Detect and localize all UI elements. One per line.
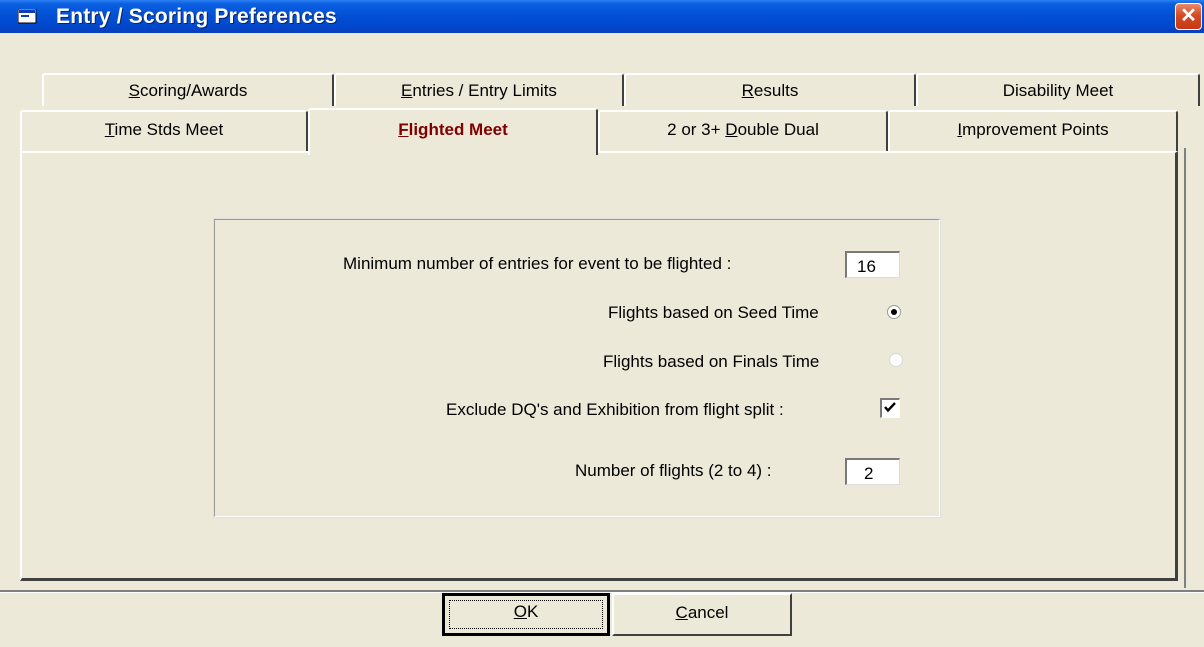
seed-time-radio[interactable]: [887, 305, 901, 319]
exclude-dq-label: Exclude DQ's and Exhibition from flight …: [446, 400, 784, 419]
ok-button[interactable]: OK: [442, 593, 610, 636]
tab-label: Improvement Points: [957, 120, 1109, 139]
cancel-button-label: Cancel: [675, 603, 729, 622]
cancel-button[interactable]: Cancel: [612, 593, 792, 636]
tab-label: 2 or 3+ Double Dual: [667, 120, 819, 139]
tab-disability-meet[interactable]: Disability Meet: [916, 73, 1200, 106]
radio-selected-dot: [891, 309, 897, 315]
close-icon: ✕: [1180, 5, 1197, 27]
tab-improvement-points[interactable]: Improvement Points: [888, 110, 1178, 151]
tab-time-stds-meet[interactable]: Time Stds Meet: [20, 110, 308, 151]
checkmark-icon: [884, 402, 896, 413]
tab-label: Scoring/Awards: [128, 81, 248, 100]
num-flights-field[interactable]: 2: [845, 458, 900, 485]
tab-label: Entries / Entry Limits: [401, 81, 557, 100]
tab-double-dual[interactable]: 2 or 3+ Double Dual: [598, 110, 888, 151]
tab-label: Disability Meet: [1002, 81, 1114, 100]
tab-label: Results: [741, 81, 799, 100]
finals-time-label: Flights based on Finals Time: [603, 352, 820, 371]
tab-control-border: [1184, 148, 1186, 588]
tab-scoring-awards[interactable]: Scoring/Awards: [42, 73, 334, 106]
ok-button-label: OK: [513, 602, 539, 621]
tab-flighted-meet[interactable]: Flighted Meet: [308, 108, 598, 155]
tab-label: Time Stds Meet: [104, 120, 224, 139]
title-bar[interactable]: Entry / Scoring Preferences ✕: [0, 0, 1204, 33]
tab-label-active: Flighted Meet: [398, 120, 508, 139]
exclude-dq-checkbox[interactable]: [880, 398, 900, 418]
num-flights-label: Number of flights (2 to 4) :: [575, 461, 772, 480]
min-entries-field[interactable]: 16: [845, 251, 900, 278]
app-icon: [18, 9, 37, 24]
window-title: Entry / Scoring Preferences: [56, 5, 337, 28]
tab-entries-entry-limits[interactable]: Entries / Entry Limits: [334, 73, 624, 106]
finals-time-radio[interactable]: [889, 353, 903, 367]
seed-time-label: Flights based on Seed Time: [608, 303, 819, 322]
close-button[interactable]: ✕: [1175, 3, 1202, 30]
tab-results[interactable]: Results: [624, 73, 916, 106]
min-entries-label: Minimum number of entries for event to b…: [343, 254, 732, 273]
